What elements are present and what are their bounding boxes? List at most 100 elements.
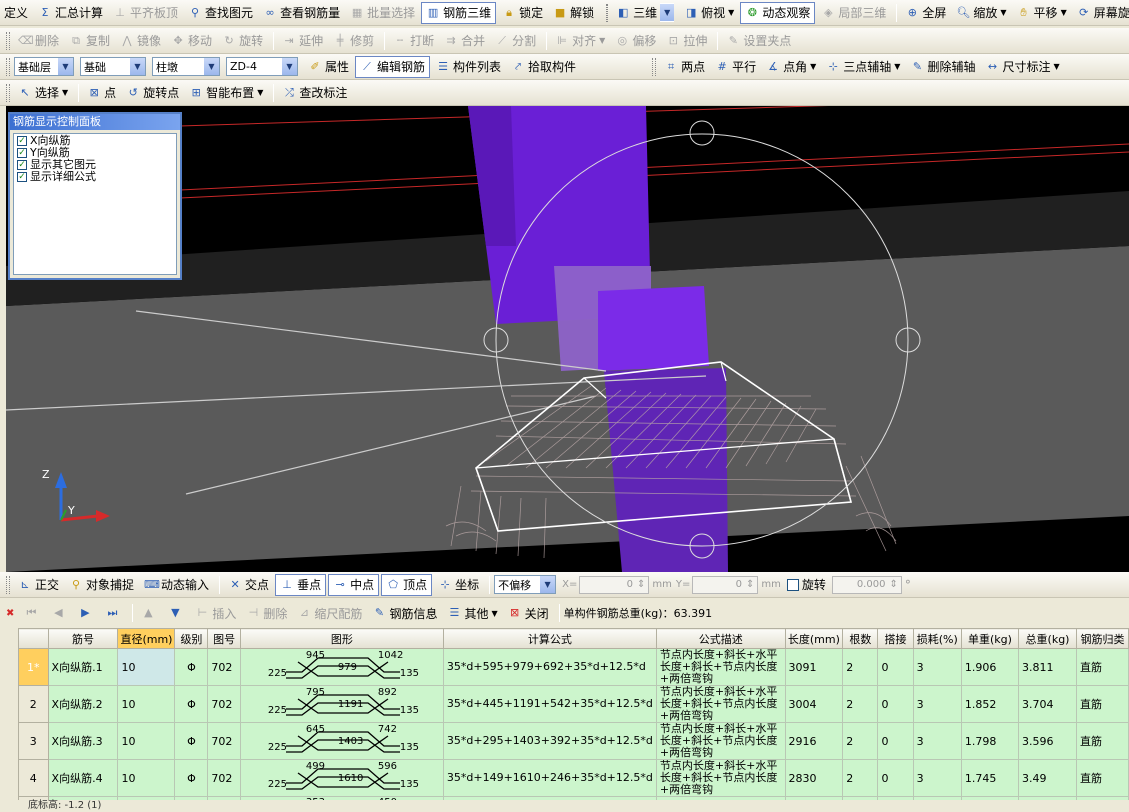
- rebar-3d-button[interactable]: ▥ 钢筋三维: [421, 1, 497, 24]
- intersection-snap-button[interactable]: ✕ 交点: [224, 574, 273, 596]
- count-cell[interactable]: 2: [842, 685, 879, 723]
- offset-mode-select[interactable]: 不偏移 ▼: [494, 575, 557, 594]
- delete-row-button[interactable]: ⊣ 删除: [242, 602, 291, 624]
- delete-button[interactable]: ⌫ 删除: [14, 30, 63, 52]
- figure-number-cell[interactable]: 702: [207, 759, 241, 797]
- ortho-button[interactable]: ⊾ 正交: [14, 574, 63, 596]
- count-cell[interactable]: 2: [842, 759, 879, 797]
- toolbar-grip[interactable]: [6, 575, 10, 594]
- scale-rebar-button[interactable]: ⊿ 缩尺配筋: [293, 602, 366, 624]
- shape-cell[interactable]: 225 795 1191 892 135: [239, 685, 444, 723]
- formula-desc-cell[interactable]: 节点内长度+斜长+水平长度+斜长+节点内长度+两倍弯钩: [655, 722, 786, 760]
- screen-rotate-button[interactable]: ⟳屏幕旋转: [1073, 2, 1129, 24]
- x-input[interactable]: 0 ⇕: [579, 575, 650, 594]
- point-angle-button[interactable]: ∡ 点角 ▼: [762, 56, 820, 78]
- two-points-button[interactable]: ⌗ 两点: [660, 56, 709, 78]
- col-header[interactable]: 公式描述: [655, 628, 786, 649]
- stretch-button[interactable]: ⊡ 拉伸: [662, 30, 711, 52]
- loss-cell[interactable]: 3: [912, 685, 962, 723]
- formula-cell[interactable]: 35*d+149+1610+246+35*d+12.5*d: [442, 759, 657, 797]
- rebar-name-cell[interactable]: X向纵筋.3: [47, 722, 119, 760]
- shape-cell[interactable]: 225 945 979 1042 135: [239, 648, 444, 686]
- lap-cell[interactable]: 0: [877, 759, 914, 797]
- rebar-name-cell[interactable]: X向纵筋.2: [47, 685, 119, 723]
- length-cell[interactable]: 3091: [784, 648, 844, 686]
- point-button[interactable]: ⊠ 点: [83, 82, 120, 104]
- total-weight-cell[interactable]: 3.704: [1018, 685, 1077, 723]
- next-row-button[interactable]: ▶: [74, 602, 99, 624]
- figure-number-cell[interactable]: 702: [207, 722, 241, 760]
- properties-button[interactable]: ✐ 属性: [304, 56, 353, 78]
- perpendicular-snap-button[interactable]: ⊥ 垂点: [275, 573, 327, 596]
- toolbar-grip[interactable]: [6, 83, 10, 102]
- corner-header[interactable]: [18, 628, 49, 649]
- merge-button[interactable]: ⇉ 合并: [440, 30, 489, 52]
- partial-3d-button[interactable]: ◈ 局部三维: [817, 2, 890, 24]
- table-row[interactable]: 3 X向纵筋.3 10 Φ 702 225 645 1403 742 135 35*d+295+14…: [18, 722, 1129, 760]
- col-header[interactable]: 级别: [174, 628, 209, 649]
- view-mode-dropdown[interactable]: ▼: [660, 3, 675, 22]
- toolbar-grip[interactable]: [6, 31, 10, 50]
- edit-rebar-button[interactable]: ⟋ 编辑钢筋: [355, 55, 431, 78]
- pan-button[interactable]: ✋︎ 平移 ▼: [1013, 2, 1071, 24]
- lap-cell[interactable]: 0: [877, 722, 914, 760]
- formula-desc-cell[interactable]: 节点内长度+斜长+水平长度+斜长+节点内长度+两倍弯钩: [655, 685, 786, 723]
- split-button[interactable]: ⟋ 分割: [491, 30, 540, 52]
- unit-weight-cell[interactable]: 1.798: [960, 722, 1020, 760]
- move-up-button[interactable]: ▲: [137, 602, 162, 624]
- table-row[interactable]: 2 X向纵筋.2 10 Φ 702 225 795 1191 892 135 35*d+445+11…: [18, 685, 1129, 723]
- loss-cell[interactable]: 3: [912, 759, 962, 797]
- rebar-info-button[interactable]: ✎ 钢筋信息: [368, 602, 441, 624]
- coordinate-snap-button[interactable]: ⊹ 坐标: [434, 574, 483, 596]
- diameter-cell[interactable]: 10: [117, 759, 176, 797]
- smart-layout-button[interactable]: ⊞ 智能布置 ▼: [185, 82, 267, 104]
- plan-view-button[interactable]: ◨ 俯视 ▼: [680, 2, 738, 24]
- rotate-button[interactable]: ↻ 旋转: [218, 30, 267, 52]
- delete-aux-button[interactable]: ✎ 删除辅轴: [906, 56, 979, 78]
- layer-select[interactable]: 基础层 ▼: [14, 57, 74, 76]
- insert-row-button[interactable]: ⊢ 插入: [191, 602, 240, 624]
- unlock-button[interactable]: ■ 解锁: [549, 2, 598, 24]
- formula-desc-cell[interactable]: 节点内长度+斜长+水平长度+斜长+节点内长度+两倍弯钩: [655, 648, 786, 686]
- rebar-class-cell[interactable]: 直筋: [1075, 648, 1129, 686]
- object-snap-button[interactable]: ⚲ 对象捕捉: [65, 574, 138, 596]
- vertex-snap-button[interactable]: ⬠ 顶点: [381, 573, 433, 596]
- close-button[interactable]: ⊠ 关闭: [504, 602, 553, 624]
- col-header[interactable]: 根数: [842, 628, 879, 649]
- col-header[interactable]: 计算公式: [442, 628, 657, 649]
- batch-select-button[interactable]: ▦ 批量选择: [346, 2, 419, 24]
- level-slab-button[interactable]: ⊥ 平齐板顶: [109, 2, 182, 24]
- mirror-button[interactable]: ⋀ 镜像: [116, 30, 165, 52]
- rebar-class-cell[interactable]: 直筋: [1075, 759, 1129, 797]
- close-panel-icon[interactable]: ✖: [6, 608, 14, 619]
- grade-cell[interactable]: Φ: [174, 722, 209, 760]
- col-header[interactable]: 图形: [239, 628, 444, 649]
- find-element-button[interactable]: ⚲ 查找图元: [184, 2, 257, 24]
- copy-button[interactable]: ⧉ 复制: [65, 30, 114, 52]
- col-header[interactable]: 搭接: [877, 628, 914, 649]
- rebar-name-cell[interactable]: X向纵筋.1: [47, 648, 119, 686]
- col-header[interactable]: 单重(kg): [960, 628, 1020, 649]
- rotate-checkbox[interactable]: 旋转: [786, 577, 826, 593]
- move-button[interactable]: ✥ 移动: [167, 30, 216, 52]
- figure-number-cell[interactable]: 702: [207, 685, 241, 723]
- toolbar-grip[interactable]: [606, 3, 609, 22]
- last-row-button[interactable]: ⏭: [101, 602, 126, 624]
- sum-calc-button[interactable]: Σ 汇总计算: [34, 2, 107, 24]
- rebar-name-cell[interactable]: X向纵筋.4: [47, 759, 119, 797]
- define-button[interactable]: 定义: [0, 2, 32, 24]
- zoom-button[interactable]: 🔍︎ 缩放 ▼: [952, 2, 1010, 24]
- grade-cell[interactable]: Φ: [174, 759, 209, 797]
- element-name-select[interactable]: ZD-4 ▼: [226, 57, 298, 76]
- count-cell[interactable]: 2: [842, 722, 879, 760]
- rotate-angle-input[interactable]: 0.000 ⇕: [831, 575, 902, 594]
- offset-button[interactable]: ◎ 偏移: [611, 30, 660, 52]
- total-weight-cell[interactable]: 3.811: [1018, 648, 1077, 686]
- y-input[interactable]: 0 ⇕: [692, 575, 759, 594]
- total-weight-cell[interactable]: 3.596: [1018, 722, 1077, 760]
- table-row[interactable]: 4 X向纵筋.4 10 Φ 702 225 499 1610 596 135 35*d+149+16…: [18, 759, 1129, 797]
- component-list-button[interactable]: ☰ 构件列表: [432, 56, 505, 78]
- total-weight-cell[interactable]: 3.49: [1018, 759, 1077, 797]
- rebar-class-cell[interactable]: 直筋: [1075, 722, 1129, 760]
- rebar-class-cell[interactable]: 直筋: [1075, 685, 1129, 723]
